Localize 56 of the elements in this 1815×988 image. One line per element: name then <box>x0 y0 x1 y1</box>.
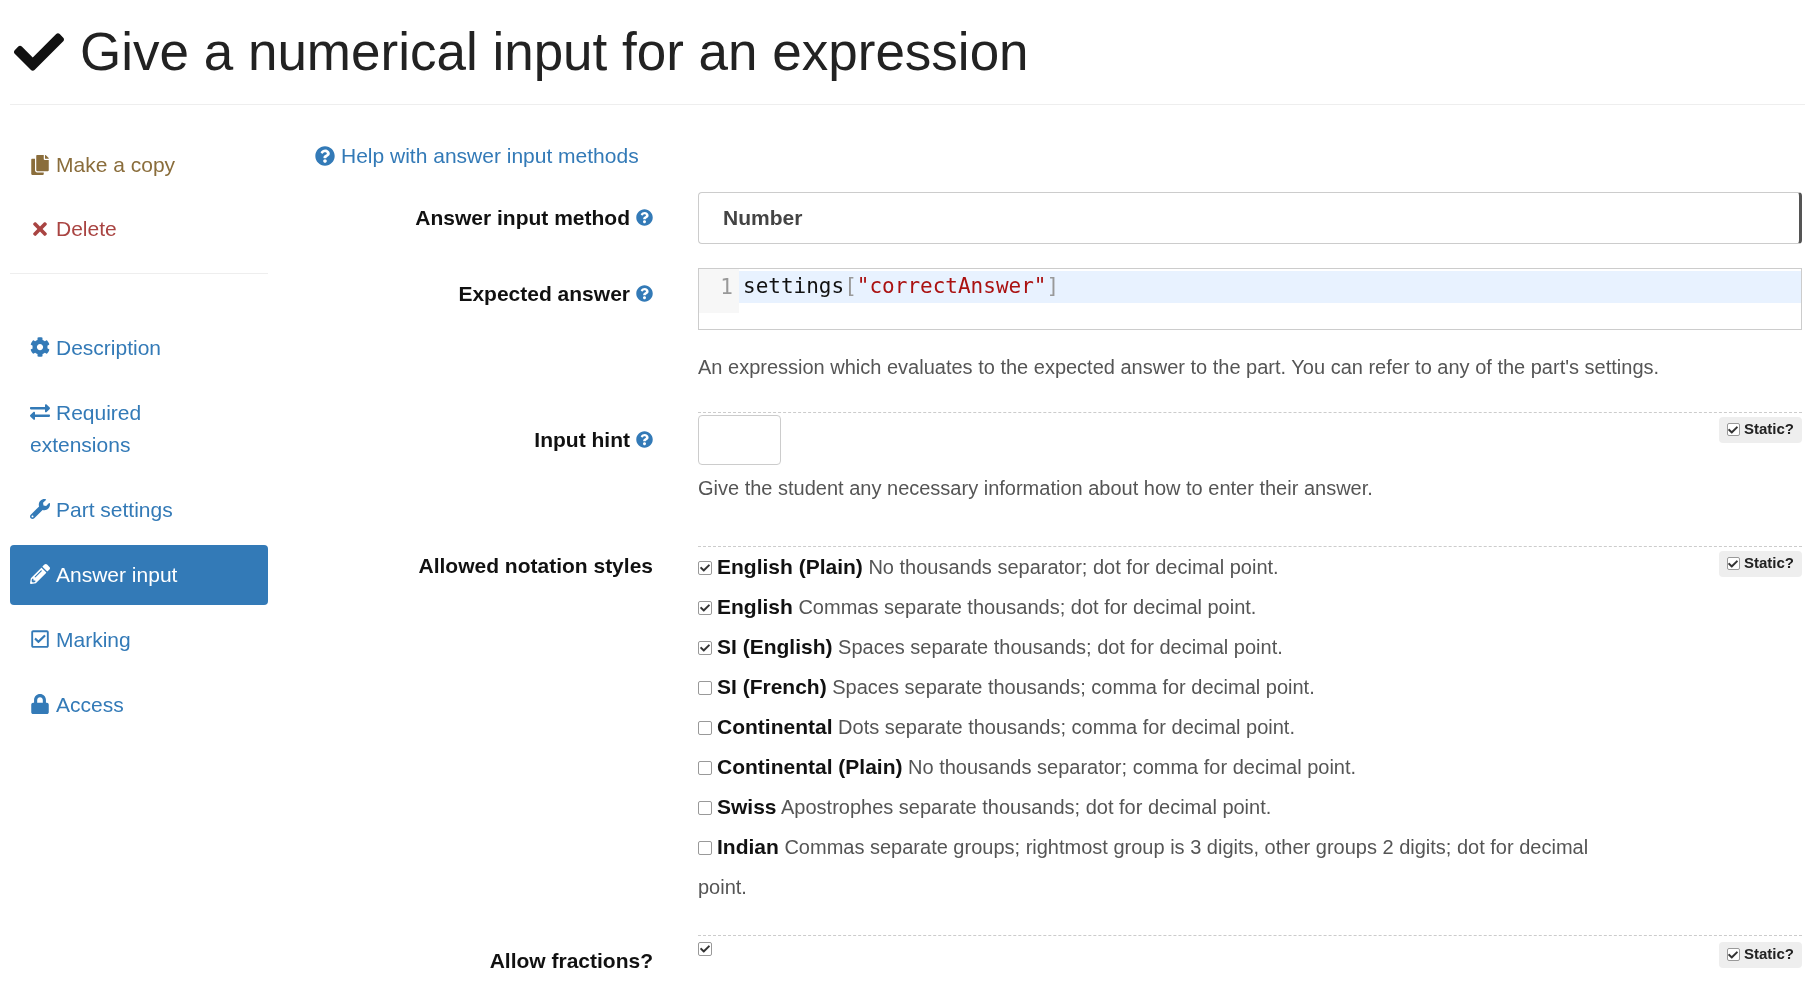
help-link[interactable]: Help with answer input methods <box>278 140 1802 172</box>
code-editor[interactable]: 1 settings["correctAnswer"] <box>698 267 1802 330</box>
line-number: 1 <box>699 268 739 313</box>
nav-item[interactable]: Required extensions <box>10 383 268 475</box>
lock-icon <box>30 694 50 714</box>
checkbox[interactable] <box>1727 948 1740 961</box>
nav-item[interactable]: Access <box>10 675 268 735</box>
cross-icon <box>30 219 50 239</box>
wrench-icon <box>30 499 50 519</box>
checkbox[interactable] <box>1727 423 1740 436</box>
field-label: Allowed notation styles <box>418 552 653 579</box>
copy-icon <box>30 155 50 175</box>
checkbox[interactable] <box>698 761 712 776</box>
select-field[interactable]: Number <box>698 191 1802 244</box>
field-note: An expression which evaluates to the expected answer to the part. You can refer to any of the part's settings. <box>698 354 1661 380</box>
notation-option: SI (French) Spaces separate thousands; comma for decimal point. <box>698 666 1618 707</box>
arrows-icon <box>30 402 50 422</box>
notation-option: Indian Commas separate groups; rightmost group is 3 digits, other groups 2 digits; dot for decimal point. <box>698 826 1618 907</box>
notation-option: Swiss Apostrophes separate thousands; dot for decimal point. <box>698 786 1618 827</box>
checkbox[interactable] <box>698 601 712 616</box>
page-title: Give a numerical input for an expression <box>80 21 1029 84</box>
notation-option: English Commas separate thousands; dot for decimal point. <box>698 586 1618 627</box>
help-icon[interactable] <box>636 430 653 448</box>
delete-link[interactable]: Delete <box>10 209 268 249</box>
field-label: Input hint <box>534 426 630 453</box>
nav-item[interactable]: Description <box>10 318 268 378</box>
static-toggle[interactable]: Static? <box>1719 416 1802 443</box>
checkbox[interactable] <box>698 801 712 816</box>
static-toggle[interactable]: Static? <box>1719 941 1802 968</box>
nav-item[interactable]: Marking <box>10 610 268 670</box>
pencil-icon <box>30 564 50 584</box>
gear-icon <box>30 337 50 357</box>
help-icon[interactable] <box>636 284 653 302</box>
static-toggle[interactable]: Static? <box>1719 550 1802 577</box>
help-icon[interactable] <box>636 209 653 226</box>
nav-item[interactable]: Part settings <box>10 480 268 540</box>
notation-option: Continental Dots separate thousands; comma for decimal point. <box>698 706 1618 747</box>
field-label: Answer input method <box>415 204 630 231</box>
field-note: Give the student any necessary information about how to enter their answer. <box>698 475 1374 501</box>
checkbox[interactable] <box>698 941 712 956</box>
checkbox[interactable] <box>1727 557 1740 570</box>
checkbox[interactable] <box>698 641 712 656</box>
checkbox[interactable] <box>698 561 712 576</box>
help-icon <box>315 145 335 166</box>
nav-item[interactable]: Answer input <box>10 545 268 605</box>
checkbox[interactable] <box>698 841 712 856</box>
field-label: Expected answer <box>458 280 630 307</box>
field-label: Allow fractions? <box>489 947 653 974</box>
input-field[interactable] <box>698 414 781 465</box>
checkbox[interactable] <box>698 681 712 696</box>
checkbox[interactable] <box>698 721 712 736</box>
notation-option: Continental (Plain) No thousands separator; comma for decimal point. <box>698 746 1618 787</box>
copy-link[interactable]: Make a copy <box>10 145 268 185</box>
checked-box-icon <box>30 629 50 649</box>
notation-option: English (Plain) No thousands separator; dot for decimal point. <box>698 546 1618 587</box>
notation-option: SI (English) Spaces separate thousands; dot for decimal point. <box>698 626 1618 667</box>
